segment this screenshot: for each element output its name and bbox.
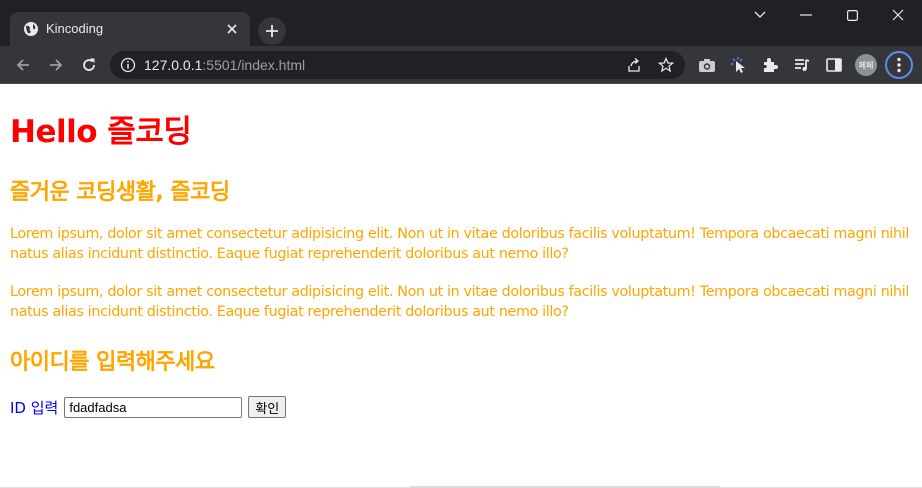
reload-button[interactable] (77, 53, 101, 77)
url-host: 127.0.0.1 (144, 57, 203, 73)
menu-icon (897, 57, 901, 73)
close-tab-icon[interactable] (224, 21, 240, 37)
camera-icon (699, 59, 715, 72)
reload-icon (83, 58, 95, 71)
confirm-button[interactable]: 확인 (248, 396, 287, 418)
new-tab-button[interactable] (258, 17, 286, 45)
chevron-down-icon (754, 11, 766, 18)
globe-icon (24, 22, 38, 36)
browser-titlebar: Kincoding (0, 0, 922, 46)
camera-extension-button[interactable] (698, 56, 716, 74)
browser-toolbar: 127.0.0.1:5501/index.html 페페 (0, 46, 922, 84)
extensions-button[interactable] (761, 56, 779, 74)
cursor-extension-button[interactable] (730, 56, 748, 74)
cursor-icon (731, 57, 745, 73)
browser-menu-button[interactable] (885, 51, 913, 79)
forward-button[interactable] (44, 53, 68, 77)
tab-search-button[interactable] (737, 0, 783, 30)
side-panel-icon (826, 58, 842, 72)
back-button[interactable] (11, 53, 35, 77)
forward-icon (50, 59, 63, 71)
id-label: ID 입력 (10, 398, 59, 417)
maximize-button[interactable] (829, 0, 875, 30)
form-heading: 아이디를 입력해주세요 (10, 350, 215, 375)
close-icon (892, 9, 904, 21)
media-control-button[interactable] (793, 56, 811, 74)
minimize-button[interactable] (783, 0, 829, 30)
id-form: ID 입력 확인 (10, 396, 287, 418)
page-subtitle: 즐거운 코딩생활, 즐코딩 (10, 180, 230, 205)
share-icon[interactable] (626, 57, 642, 73)
maximize-icon (846, 9, 858, 21)
side-panel-button[interactable] (825, 56, 843, 74)
page-viewport: Hello 즐코딩 즐거운 코딩생활, 즐코딩 Lorem ipsum, dol… (0, 84, 922, 488)
bookmark-star-icon[interactable] (658, 57, 674, 73)
extensions-icon (764, 58, 778, 72)
back-icon (16, 59, 29, 71)
address-url: 127.0.0.1:5501/index.html (144, 57, 305, 73)
minimize-icon (800, 14, 812, 16)
address-bar[interactable]: 127.0.0.1:5501/index.html (110, 51, 685, 79)
paragraph-2: Lorem ipsum, dolor sit amet consectetur … (10, 284, 909, 320)
tab-kincoding[interactable]: Kincoding (10, 12, 250, 46)
profile-avatar[interactable]: 페페 (855, 54, 877, 76)
site-info-icon[interactable] (120, 57, 136, 73)
tab-title: Kincoding (46, 21, 104, 36)
media-queue-icon (795, 59, 810, 71)
close-window-button[interactable] (875, 0, 921, 30)
plus-icon (266, 25, 278, 37)
paragraph-1: Lorem ipsum, dolor sit amet consectetur … (10, 226, 909, 262)
url-path: :5501/index.html (202, 57, 306, 73)
page-title: Hello 즐코딩 (10, 114, 192, 150)
id-input[interactable] (64, 396, 243, 418)
